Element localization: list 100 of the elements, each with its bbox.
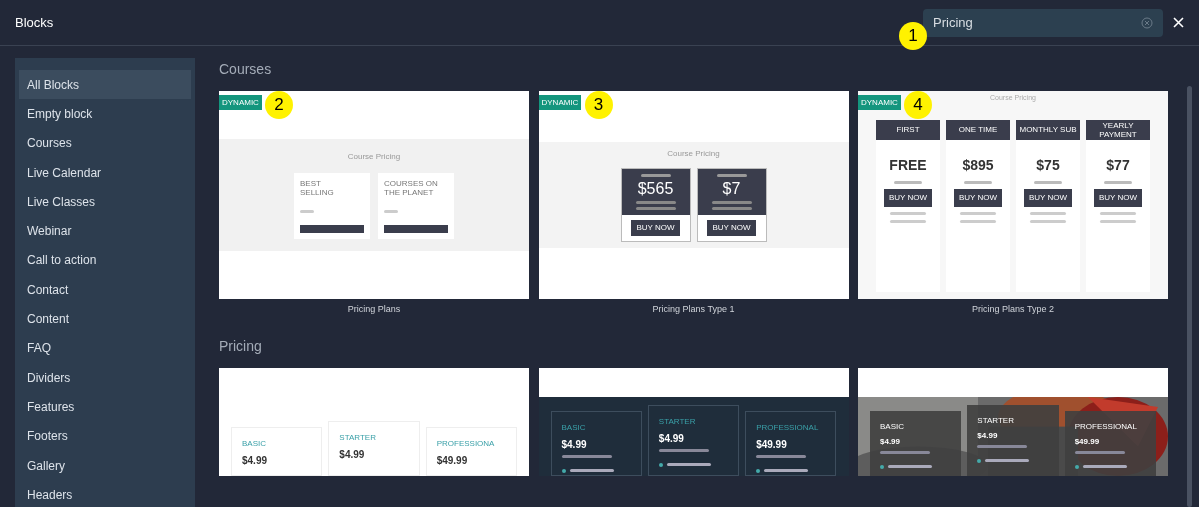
buy-now-button: BUY NOW	[953, 188, 1003, 207]
column-price: $895	[962, 155, 994, 175]
blurred-text	[1104, 180, 1132, 184]
bullet-icon	[880, 464, 884, 469]
blurred-text	[1034, 180, 1062, 184]
sidebar-item[interactable]: Content	[19, 304, 191, 334]
dynamic-badge: DYNAMIC	[538, 95, 582, 110]
tier-price: $4.99	[339, 447, 366, 462]
bullet-icon	[658, 462, 663, 467]
sidebar-item[interactable]: Call to action	[19, 245, 191, 276]
clear-icon[interactable]	[1141, 16, 1153, 29]
card-buy-bar	[384, 225, 448, 233]
sidebar-item[interactable]: Headers	[19, 480, 191, 507]
tier-name: PROFESSIONA	[436, 437, 496, 450]
blurred-text	[1082, 465, 1127, 468]
tier-name: PROFESSIONAL	[1074, 420, 1138, 433]
block-caption: Pricing Plans Type 1	[652, 303, 735, 316]
section-title: Courses	[219, 60, 273, 79]
blurred-text	[1100, 219, 1136, 223]
sidebar-item[interactable]: Dividers	[19, 362, 191, 393]
blurred-text	[764, 469, 809, 472]
block-caption: Pricing Plans	[347, 303, 401, 316]
tier-price: $4.99	[658, 431, 685, 446]
tier-name: PROFESSIONAL	[756, 421, 820, 434]
blurred-text	[1030, 219, 1066, 223]
bullet-icon	[977, 458, 982, 463]
blurred-text	[977, 444, 1028, 448]
preview-heading: Course Pricing	[347, 151, 401, 163]
column-price: $75	[1036, 155, 1060, 175]
blurred-text	[880, 450, 930, 454]
blurred-text	[384, 209, 398, 213]
blurred-text	[890, 211, 926, 215]
blurred-text	[964, 180, 992, 184]
column-price: $77	[1106, 155, 1130, 175]
blurred-text	[1030, 211, 1066, 215]
dynamic-badge: DYNAMIC	[219, 95, 262, 110]
sidebar-item[interactable]: Courses	[19, 128, 191, 158]
blurred-text	[894, 180, 922, 184]
sidebar-item[interactable]: Webinar	[19, 216, 191, 246]
blurred-text	[888, 465, 932, 468]
tier-name: STARTER	[658, 415, 697, 428]
blurred-text	[561, 454, 612, 458]
tier-price: $4.99	[977, 429, 999, 442]
buy-now-button: BUY NOW	[1093, 188, 1143, 207]
dynamic-badge: DYNAMIC	[858, 95, 901, 110]
blurred-text	[960, 211, 996, 215]
section-title: Pricing	[219, 336, 263, 356]
scrollbar[interactable]	[1187, 86, 1192, 507]
blurred-text	[756, 454, 807, 458]
block-preview[interactable]: Course Pricing BEST SELLING COURSES ON THE PLANET DYNAMIC 2	[219, 91, 529, 299]
column-header: YEARLY PAYMENT	[1086, 119, 1150, 140]
tier-price: $4.99	[880, 435, 902, 448]
column-header: FIRST	[876, 119, 940, 140]
buy-now-button: BUY NOW	[631, 220, 680, 236]
blurred-text	[300, 209, 314, 213]
annotation-marker: 1	[899, 21, 927, 50]
sidebar-item[interactable]: Empty block	[19, 99, 191, 129]
buy-now-button: BUY NOW	[1023, 188, 1073, 207]
blurred-text	[960, 219, 996, 223]
tier-name: BASIC	[242, 437, 267, 450]
blurred-text	[640, 174, 671, 177]
sidebar-item[interactable]: Contact	[19, 275, 191, 305]
blurred-text	[1074, 450, 1125, 454]
preview-heading: Course Pricing	[667, 148, 720, 160]
tier-name: STARTER	[977, 414, 1015, 427]
card-title: COURSES ON THE PLANET	[384, 179, 439, 197]
card-price: $7	[722, 180, 741, 198]
bullet-icon	[561, 468, 566, 473]
tier-name: BASIC	[561, 421, 587, 434]
tier-price: $4.99	[242, 453, 269, 468]
search-field[interactable]: Pricing	[923, 8, 1163, 37]
blurred-text	[635, 201, 676, 204]
blurred-text	[635, 207, 676, 210]
blurred-text	[716, 174, 747, 177]
tier-price: $49.99	[756, 437, 788, 452]
blurred-text	[666, 463, 711, 466]
sidebar-item[interactable]: Footers	[19, 421, 191, 451]
buy-now-button: BUY NOW	[883, 188, 933, 207]
blurred-text	[711, 207, 752, 210]
sidebar-item[interactable]: All Blocks	[19, 70, 191, 100]
tier-price: $49.99	[1074, 435, 1101, 448]
bullet-icon	[756, 468, 761, 473]
close-icon[interactable]	[1173, 17, 1184, 28]
sidebar-item[interactable]: Live Classes	[19, 187, 191, 217]
block-caption: Pricing Plans Type 2	[972, 303, 1054, 316]
blurred-text	[985, 459, 1030, 462]
column-header: ONE TIME	[946, 119, 1010, 140]
bullet-icon	[1074, 464, 1079, 469]
sidebar-item[interactable]: FAQ	[19, 333, 191, 363]
tier-name: STARTER	[339, 431, 377, 444]
window-title: Blocks	[15, 13, 54, 32]
column-header: MONTHLY SUB	[1016, 119, 1080, 140]
blurred-text	[1100, 211, 1136, 215]
tier-price: $49.99	[436, 453, 469, 468]
card-buy-bar	[300, 225, 364, 233]
sidebar-item[interactable]: Live Calendar	[19, 157, 191, 188]
sidebar-item[interactable]: Features	[19, 392, 191, 422]
blurred-text	[658, 448, 709, 452]
block-preview[interactable]: Course Pricing $565 BUY NOW $7 BUY NOW DYNAMIC 3	[538, 91, 849, 299]
sidebar-item[interactable]: Gallery	[19, 450, 191, 481]
